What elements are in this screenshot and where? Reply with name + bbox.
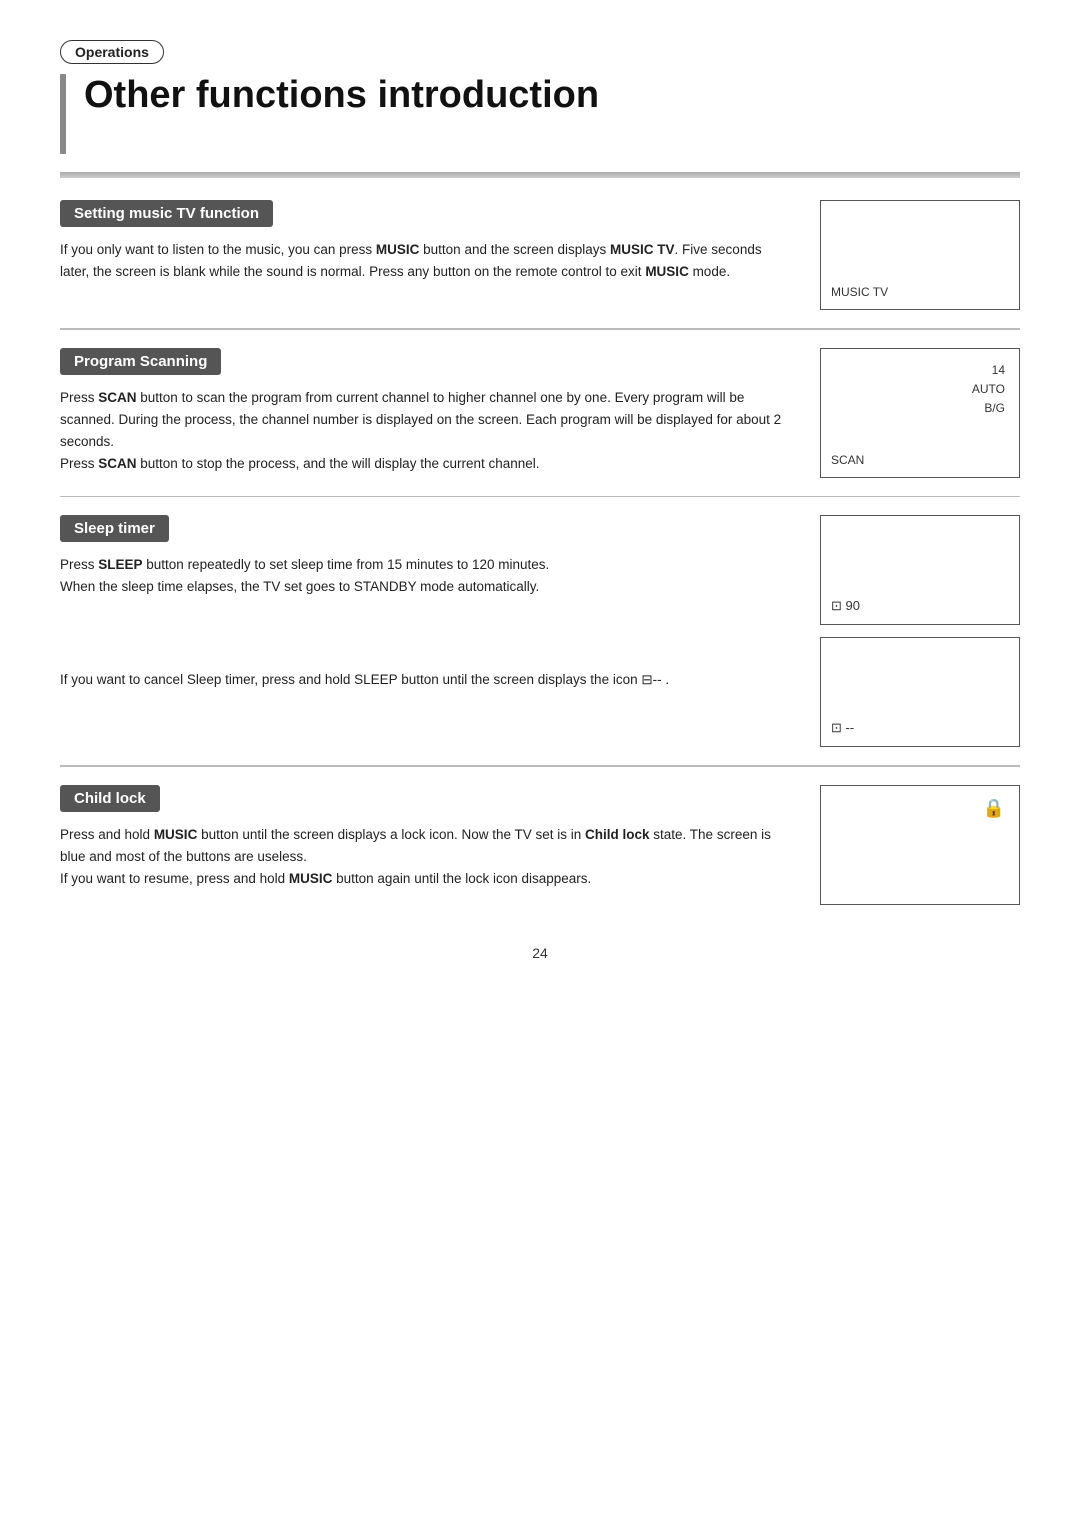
divider-3: [60, 765, 1020, 767]
screen-box-music-tv-label: MUSIC TV: [831, 285, 888, 299]
section-sleep-timer-header: Sleep timer: [60, 515, 169, 542]
section-sleep-timer-right: ⊡ 90 ⊡ --: [820, 515, 1020, 747]
divider-2: [60, 496, 1020, 498]
section-program-scanning-left: Program Scanning Press SCAN button to sc…: [60, 348, 790, 478]
section-sleep-timer: Sleep timer Press SLEEP button repeatedl…: [60, 515, 1020, 747]
section-program-scanning-right: SCAN 14AUTOB/G: [820, 348, 1020, 478]
page-title: Other functions introduction: [84, 74, 599, 118]
section-music-tv-right: MUSIC TV: [820, 200, 1020, 310]
section-music-tv-body: If you only want to listen to the music,…: [60, 239, 790, 284]
operations-badge: Operations: [60, 40, 164, 64]
screen-box-scan-label-right: 14AUTOB/G: [972, 361, 1005, 419]
child-lock-icon: 🔒: [983, 798, 1005, 819]
screen-box-sleep-dash: ⊡ --: [820, 637, 1020, 747]
screen-box-sleep-dash-label: ⊡ --: [831, 720, 854, 736]
section-sleep-timer-left: Sleep timer Press SLEEP button repeatedl…: [60, 515, 790, 747]
section-music-tv-header: Setting music TV function: [60, 200, 273, 227]
page-number: 24: [60, 945, 1020, 961]
section-sleep-timer-body-2: If you want to cancel Sleep timer, press…: [60, 669, 790, 691]
screen-box-scan-label-bottom: SCAN: [831, 453, 864, 467]
screen-box-sleep-90-label: ⊡ 90: [831, 598, 860, 614]
section-sleep-timer-body-1: Press SLEEP button repeatedly to set sle…: [60, 554, 790, 599]
screen-box-child-lock: 🔒: [820, 785, 1020, 905]
thick-divider: [60, 172, 1020, 178]
section-program-scanning-header: Program Scanning: [60, 348, 221, 375]
section-child-lock-left: Child lock Press and hold MUSIC button u…: [60, 785, 790, 905]
section-child-lock-right: 🔒: [820, 785, 1020, 905]
screen-box-scan: SCAN 14AUTOB/G: [820, 348, 1020, 478]
section-child-lock-body: Press and hold MUSIC button until the sc…: [60, 824, 790, 891]
screen-box-music-tv: MUSIC TV: [820, 200, 1020, 310]
section-child-lock-header: Child lock: [60, 785, 160, 812]
section-music-tv: Setting music TV function If you only wa…: [60, 200, 1020, 310]
section-program-scanning: Program Scanning Press SCAN button to sc…: [60, 348, 1020, 478]
divider-1: [60, 328, 1020, 330]
section-child-lock: Child lock Press and hold MUSIC button u…: [60, 785, 1020, 905]
section-music-tv-left: Setting music TV function If you only wa…: [60, 200, 790, 310]
screen-box-sleep-90: ⊡ 90: [820, 515, 1020, 625]
section-program-scanning-body: Press SCAN button to scan the program fr…: [60, 387, 790, 476]
title-vertical-bar: [60, 74, 66, 154]
